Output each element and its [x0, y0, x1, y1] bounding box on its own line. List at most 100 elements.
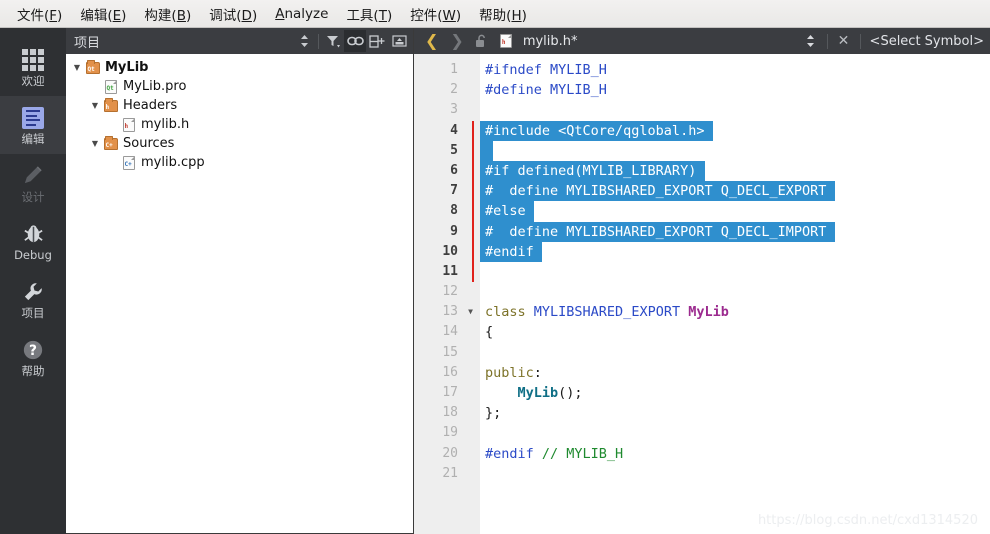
code-token: #endif	[485, 445, 542, 462]
wrench-icon	[22, 279, 45, 305]
code-token: #define MYLIB_H	[485, 82, 607, 99]
code-token: public	[485, 364, 534, 381]
menu-item-5[interactable]: 工具(T)	[337, 1, 401, 27]
code-text-area[interactable]: #ifndef MYLIB_H #define MYLIB_H #include <…	[480, 54, 990, 534]
header-file-icon: h	[120, 117, 137, 132]
gutter-row: 5	[414, 141, 480, 161]
line-number: 12	[442, 284, 458, 300]
menu-mnemonic: H	[511, 7, 522, 24]
symbol-selector[interactable]: <Select Symbol>	[866, 34, 984, 49]
link-icon[interactable]	[344, 30, 366, 52]
tree-item-label: mylib.cpp	[141, 155, 205, 170]
tree-item-Sources[interactable]: ▼ C+ Sources	[66, 134, 413, 153]
code-line[interactable]	[480, 262, 990, 282]
code-line[interactable]: #include <QtCore/qglobal.h>	[480, 120, 990, 141]
code-token: #ifndef MYLIB_H	[485, 62, 607, 78]
menu-item-7[interactable]: 帮助(H)	[470, 1, 536, 27]
gutter-row: 9	[414, 222, 480, 242]
code-editor[interactable]: 1 2 3 4 5 6 7 8 9 10 11 12 13 ▼ 14 15 16 17 18 19 20 21 #ifnd…	[414, 54, 990, 534]
mode-item-项目[interactable]: 项目	[0, 270, 66, 328]
nav-forward-icon[interactable]: ❯	[445, 33, 468, 49]
code-line[interactable]: #endif // MYLIB_H	[480, 444, 990, 464]
question-mark-icon: ?	[22, 337, 44, 363]
expand-arrow-icon[interactable]: ▼	[88, 101, 102, 110]
code-line[interactable]	[480, 140, 990, 161]
menu-item-6[interactable]: 控件(W)	[401, 1, 470, 27]
menu-bar: 文件(F) 编辑(E) 构建(B) 调试(D) Analyze 工具(T) 控件(W) 帮助(…	[0, 0, 990, 28]
mode-item-Debug[interactable]: Debug	[0, 212, 66, 270]
code-line[interactable]: # define MYLIBSHARED_EXPORT Q_DECL_IMPOR…	[480, 221, 990, 242]
code-line[interactable]: #else	[480, 201, 990, 222]
filter-icon[interactable]	[322, 30, 344, 52]
code-line[interactable]	[480, 343, 990, 363]
tree-item-Headers[interactable]: ▼ h Headers	[66, 96, 413, 115]
mode-item-帮助[interactable]: ? 帮助	[0, 328, 66, 386]
code-line[interactable]: MyLib();	[480, 383, 990, 403]
gutter-row: 15	[414, 343, 480, 363]
tree-item-mylib.cpp[interactable]: C+ mylib.cpp	[66, 153, 413, 172]
menu-item-1[interactable]: 编辑(E)	[71, 1, 135, 27]
split-add-icon[interactable]	[366, 30, 388, 52]
code-line[interactable]	[480, 100, 990, 120]
menu-item-2[interactable]: 构建(B)	[135, 1, 200, 27]
project-panel: 项目 ▼ Qt MyLib Qt MyLib.pro ▼ h Headers h…	[66, 28, 414, 534]
gutter-row: 6	[414, 161, 480, 181]
gutter-row: 20	[414, 444, 480, 464]
code-line[interactable]: #define MYLIB_H	[480, 80, 990, 100]
gutter-row: 8	[414, 201, 480, 221]
line-number: 19	[442, 425, 458, 441]
code-line[interactable]	[480, 464, 990, 484]
editor-pane: ❮ ❯ h mylib.h* ✕ <Select Symbol> 1 2 3 4…	[414, 28, 990, 534]
tree-item-mylib.h[interactable]: h mylib.h	[66, 115, 413, 134]
mode-item-编辑[interactable]: 编辑	[0, 96, 66, 154]
tree-item-MyLib.pro[interactable]: Qt MyLib.pro	[66, 77, 413, 96]
code-token: # define MYLIBSHARED_EXPORT Q_DECL_IMPOR…	[485, 223, 827, 240]
code-line[interactable]: class MYLIBSHARED_EXPORT MyLib	[480, 302, 990, 322]
code-line[interactable]: {	[480, 322, 990, 342]
line-number: 1	[450, 62, 458, 77]
editor-gutter[interactable]: 1 2 3 4 5 6 7 8 9 10 11 12 13 ▼ 14 15 16 17 18 19 20 21	[414, 54, 480, 534]
expand-arrow-icon[interactable]: ▼	[88, 139, 102, 148]
symbol-updown-stepper-icon[interactable]	[800, 30, 822, 52]
menu-item-3[interactable]: 调试(D)	[200, 1, 266, 27]
updown-stepper-icon[interactable]	[293, 30, 315, 52]
code-line[interactable]: };	[480, 403, 990, 423]
code-line[interactable]: # define MYLIBSHARED_EXPORT Q_DECL_EXPOR…	[480, 181, 990, 202]
tree-item-label: Headers	[123, 98, 178, 113]
code-line[interactable]	[480, 423, 990, 443]
tree-item-label: MyLib.pro	[123, 79, 187, 94]
close-editor-icon[interactable]: ✕	[833, 30, 855, 52]
gutter-row: 21	[414, 464, 480, 484]
code-line[interactable]: #endif	[480, 241, 990, 262]
gutter-row: 2	[414, 80, 480, 100]
collapse-icon[interactable]	[388, 30, 410, 52]
header-folder-icon: h	[102, 97, 119, 112]
project-panel-title: 项目	[74, 35, 101, 51]
unlocked-padlock-icon[interactable]	[471, 30, 493, 52]
menu-item-4[interactable]: Analyze	[266, 3, 337, 25]
code-line[interactable]: public:	[480, 363, 990, 383]
gutter-row: 3	[414, 100, 480, 120]
tree-item-MyLib[interactable]: ▼ Qt MyLib	[66, 58, 413, 77]
code-fold-icon[interactable]: ▼	[468, 302, 473, 322]
mode-item-label: 欢迎	[21, 73, 45, 88]
expand-arrow-icon[interactable]: ▼	[70, 63, 84, 72]
project-tree[interactable]: ▼ Qt MyLib Qt MyLib.pro ▼ h Headers h mylib.h ▼ C+ S…	[66, 54, 413, 534]
line-number: 2	[450, 82, 458, 98]
nav-back-icon[interactable]: ❮	[420, 33, 443, 49]
code-line[interactable]: #if defined(MYLIB_LIBRARY)	[480, 160, 990, 182]
selection-highlight	[480, 140, 493, 161]
code-token: MYLIBSHARED_EXPORT	[533, 304, 689, 321]
mode-item-欢迎[interactable]: 欢迎	[0, 38, 66, 96]
mode-item-label: 设计	[21, 189, 45, 204]
code-line[interactable]	[480, 282, 990, 302]
menu-mnemonic: F	[49, 7, 58, 24]
menu-item-0[interactable]: 文件(F)	[8, 1, 71, 27]
project-panel-header: 项目	[66, 28, 413, 54]
editor-filename: mylib.h*	[522, 33, 578, 49]
line-number: 11	[442, 263, 458, 279]
code-line[interactable]: #ifndef MYLIB_H	[480, 60, 990, 80]
line-number: 5	[450, 142, 458, 158]
code-token: #else	[485, 203, 526, 220]
